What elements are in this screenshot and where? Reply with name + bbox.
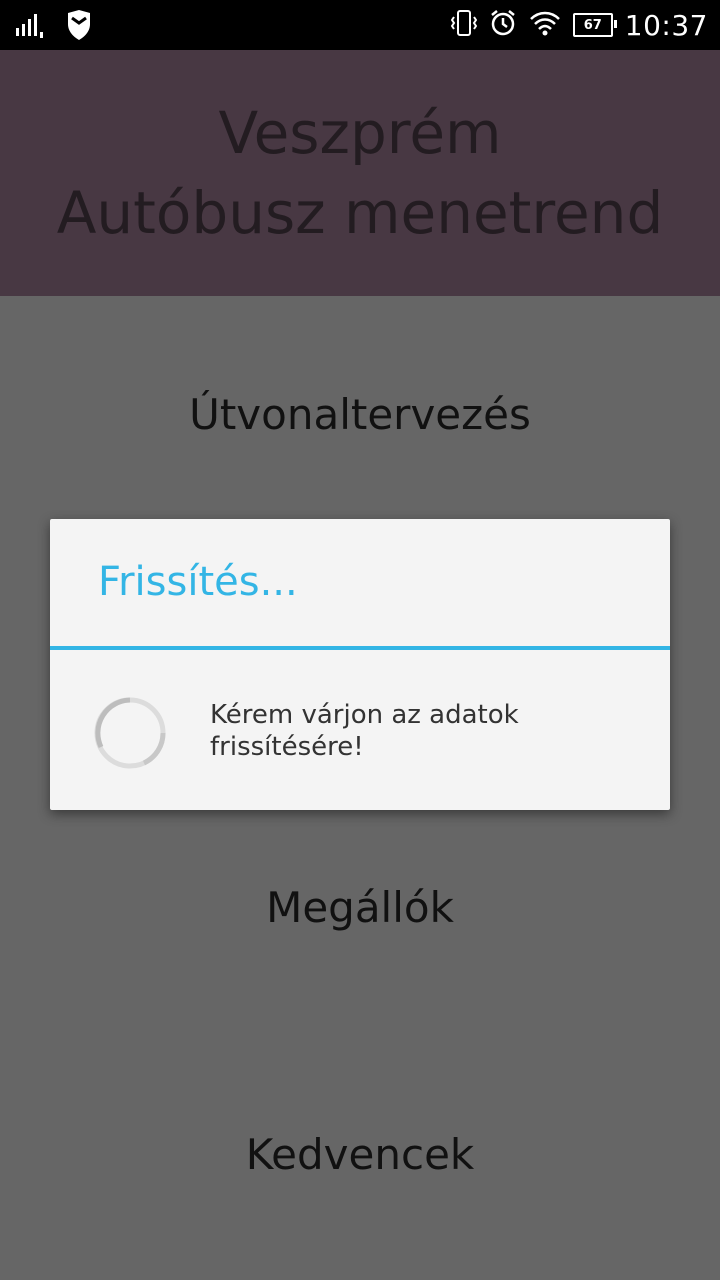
dialog-divider — [50, 646, 670, 650]
vibrate-icon — [450, 9, 477, 41]
shield-icon — [66, 10, 92, 44]
app-header: Veszprém Autóbusz menetrend — [0, 50, 720, 296]
app-title-line1: Veszprém — [218, 99, 502, 167]
battery-icon: 67 — [572, 13, 617, 37]
alarm-icon — [489, 9, 517, 41]
progress-dialog: Frissítés... Kérem várjon az adatok fris… — [50, 519, 670, 810]
loading-spinner-icon — [92, 695, 166, 769]
signal-icon — [14, 12, 48, 42]
dialog-title: Frissítés... — [98, 559, 298, 605]
menu-item-stops[interactable]: Megállók — [0, 883, 720, 932]
status-bar: 67 10:37 — [0, 0, 720, 50]
dialog-message: Kérem várjon az adatok frissítésére! — [210, 700, 519, 762]
app-title-line2: Autóbusz menetrend — [56, 179, 664, 247]
clock: 10:37 — [624, 8, 708, 42]
menu-item-route-planning[interactable]: Útvonaltervezés — [0, 390, 720, 439]
menu-item-favorites[interactable]: Kedvencek — [0, 1130, 720, 1179]
wifi-icon — [529, 10, 561, 40]
